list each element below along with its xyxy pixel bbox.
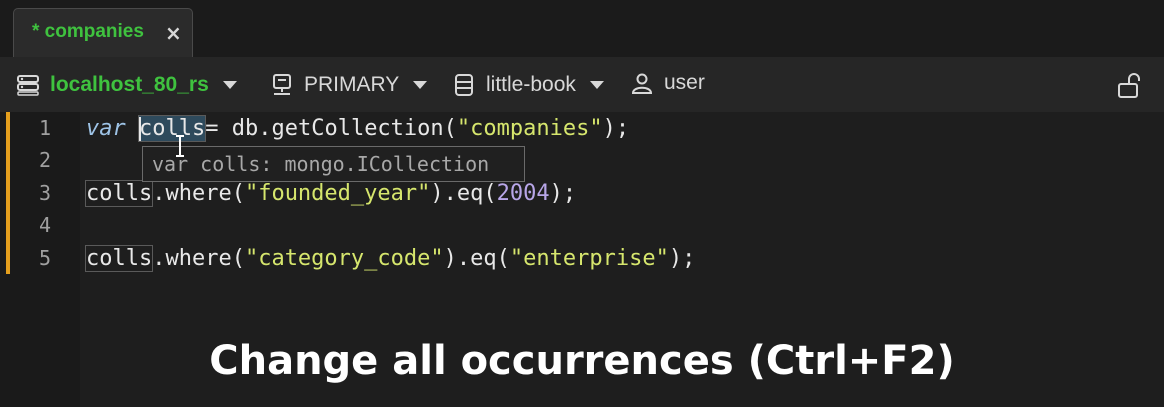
user-indicator[interactable]: user (630, 69, 705, 97)
code-text: = db.getCollection( (205, 116, 457, 141)
code-text: ); (549, 181, 577, 206)
tab-label: * companies (32, 21, 144, 42)
connection-toolbar: localhost_80_rs PRIMARY little-book user (0, 57, 1164, 112)
chevron-down-icon (222, 81, 237, 89)
database-label: little-book (486, 73, 576, 96)
string-literal: "category_code" (244, 246, 444, 271)
line-number: 5 (38, 246, 52, 270)
string-literal: "enterprise" (509, 246, 669, 271)
selected-variable[interactable]: colls (137, 115, 207, 142)
unlock-icon[interactable] (1117, 72, 1143, 100)
user-label: user (664, 71, 705, 94)
chevron-down-icon (589, 81, 604, 89)
code-line-5[interactable]: colls.where("category_code").eq("enterpr… (84, 244, 696, 274)
database-dropdown[interactable]: little-book (452, 71, 604, 99)
connection-label: localhost_80_rs (50, 73, 209, 96)
tab-companies[interactable]: * companies × (13, 8, 193, 57)
line-number: 3 (38, 181, 52, 205)
database-icon (452, 73, 476, 97)
code-text: ).eq( (430, 181, 497, 206)
connection-dropdown[interactable]: localhost_80_rs (16, 71, 237, 99)
close-icon[interactable]: × (165, 21, 182, 45)
variable-occurrence[interactable]: colls (84, 180, 154, 207)
string-literal: "companies" (456, 116, 603, 141)
ibeam-cursor-icon (174, 134, 186, 158)
number-literal: 2004 (496, 181, 550, 206)
server-icon (16, 73, 40, 97)
variable-part: co (139, 116, 166, 141)
primary-server-icon (270, 73, 294, 97)
line-number: 4 (38, 213, 52, 237)
code-text: ); (602, 116, 630, 141)
code-line-3[interactable]: colls.where("founded_year").eq(2004); (84, 179, 577, 209)
code-line-1[interactable]: var colls= db.getCollection("companies")… (86, 114, 629, 144)
code-text: .where( (152, 181, 245, 206)
type-hint-tooltip: var colls: mongo.ICollection (142, 146, 525, 182)
keyword: var (86, 116, 126, 141)
caption-text: Change all occurrences (Ctrl+F2) (209, 338, 955, 384)
tab-bar: * companies × (0, 0, 1164, 58)
line-number: 1 (38, 116, 52, 140)
shortcut-caption: Change all occurrences (Ctrl+F2) (0, 338, 1164, 384)
code-text: .where( (152, 246, 245, 271)
code-text: ).eq( (443, 246, 510, 271)
chevron-down-icon (413, 81, 428, 89)
user-icon (630, 71, 654, 95)
member-label: PRIMARY (304, 73, 400, 96)
variable-occurrence[interactable]: colls (84, 245, 154, 272)
string-literal: "founded_year" (244, 181, 431, 206)
member-dropdown[interactable]: PRIMARY (270, 71, 428, 99)
modified-lines-marker (6, 112, 10, 274)
code-text: ); (668, 246, 696, 271)
line-number: 2 (38, 148, 52, 172)
